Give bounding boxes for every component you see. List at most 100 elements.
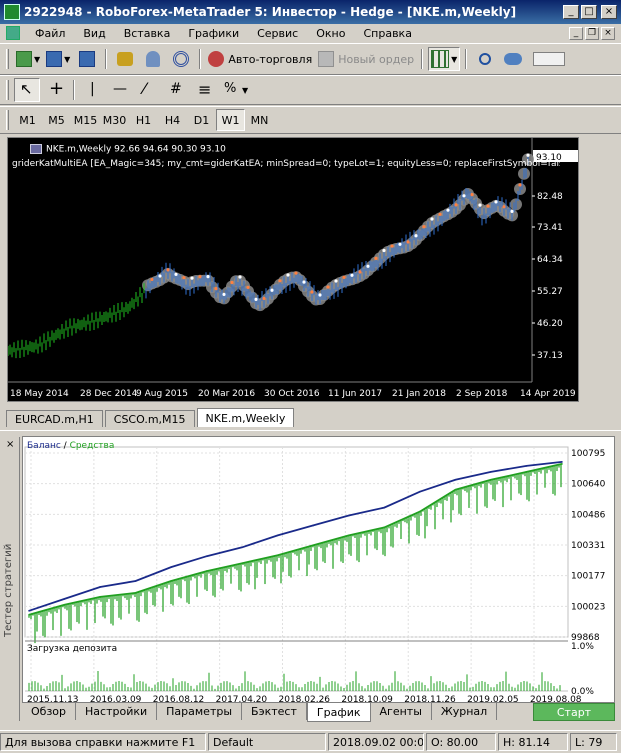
tab-eurcad-h1[interactable]: EURCAD.m,H1 [6,410,103,427]
date-tick-label: 18 May 2014 [10,389,69,399]
crosshair-icon [46,78,64,99]
menu-window[interactable]: Окно [307,27,354,40]
autotrading-button[interactable]: Авто-торговля [206,47,314,71]
tab-csco-m15[interactable]: CSCO.m,M15 [104,410,195,427]
date-tick-label: 2 Sep 2018 [456,389,508,399]
date-tick-label: 21 Jan 2018 [392,389,446,399]
balance-point [241,546,243,549]
deal-marker [150,277,154,282]
date-tick-label: 28 Dec 2014 [80,389,138,399]
horizontal-line-button[interactable] [108,78,134,102]
menu-charts[interactable]: Графики [179,27,248,40]
account-box[interactable] [533,52,566,66]
deal-marker [318,293,322,297]
equity-point [383,526,386,529]
standard-toolbar: ▼ ▼ Авто-торговля Новый ордер ▼ [0,43,621,75]
chart-minimize-button[interactable]: _ [569,26,583,40]
timeframe-mn[interactable]: MN [245,109,274,131]
deal-marker [502,205,506,209]
title-bar: 2922948 - RoboForex-MetaTrader 5: Инвест… [0,0,621,24]
equity-point [312,544,315,547]
graph-plot-area [24,446,569,638]
deal-marker [270,288,274,292]
tab-parameters[interactable]: Параметры [157,703,243,720]
search-button[interactable] [472,47,498,71]
timeframe-m15[interactable]: M15 [71,109,100,131]
navigator-button[interactable] [140,47,166,71]
tester-close-button[interactable]: × [6,439,14,450]
deal-marker [166,268,170,272]
menu-file[interactable]: Файл [26,27,74,40]
timeframe-m30[interactable]: M30 [100,109,129,131]
timeframe-m1[interactable]: M1 [13,109,42,131]
timeframe-h4[interactable]: H4 [158,109,187,131]
tester-side-bar: × Тестер стратегий [2,437,20,721]
y-tick-label: 100331 [571,541,605,551]
profiles-button[interactable]: ▼ [44,47,72,71]
deal-marker [174,272,178,276]
minimize-button[interactable]: _ [563,5,579,19]
chart-restore-button[interactable]: ❐ [585,26,599,40]
equidistant-channel-button[interactable] [164,78,190,102]
balance-point [383,506,386,509]
price-chart[interactable]: 82.48 73.41 64.34 55.27 46.20 37.13 93.10 18 Ma… [7,137,579,402]
signals-button[interactable] [168,47,194,71]
trendline-button[interactable] [136,78,162,102]
deal-marker [478,203,482,207]
price-tick-label: 46.20 [537,319,563,329]
tile-windows-button[interactable]: ▼ [428,47,461,71]
deal-marker [350,273,354,277]
deal-marker [430,217,434,221]
shapes-button[interactable]: ▼ [220,78,250,102]
maximize-button[interactable]: □ [581,5,597,19]
deal-marker [182,276,186,280]
status-open: O: 80.00 [426,733,496,751]
tab-journal[interactable]: Журнал [432,703,498,720]
fibonacci-button[interactable] [192,78,218,102]
price-tick-label: 37.13 [537,351,563,361]
deal-marker [438,212,442,216]
start-button[interactable]: Старт [533,703,615,721]
vertical-line-button[interactable] [80,78,106,102]
balance-point [312,524,315,527]
price-tick-label: 64.34 [537,255,563,265]
legend-equity: Средства [69,441,115,451]
crosshair-button[interactable] [42,78,68,102]
new-order-button[interactable]: Новый ордер [316,47,416,71]
tile-icon [431,50,450,68]
cursor-button[interactable] [14,78,40,102]
chart-window-icon[interactable] [6,26,20,40]
menu-insert[interactable]: Вставка [115,27,180,40]
market-watch-button[interactable] [112,47,138,71]
menu-tools[interactable]: Сервис [248,27,307,40]
trendline-icon [140,79,158,99]
chart-close-button[interactable]: × [601,26,615,40]
tab-nke-weekly[interactable]: NKE.m,Weekly [196,408,295,427]
app-window: 2922948 - RoboForex-MetaTrader 5: Инвест… [0,0,621,753]
deal-marker [158,274,162,278]
chevron-down-icon: ▼ [34,54,41,64]
timeframe-h1[interactable]: H1 [129,109,158,131]
menu-view[interactable]: Вид [74,27,114,40]
price-tick-label: 82.48 [537,192,563,202]
chart-window-icon [30,144,42,154]
timeframe-w1[interactable]: W1 [216,109,245,131]
equity-point [454,488,457,491]
tab-overview[interactable]: Обзор [22,703,77,720]
new-chart-button[interactable]: ▼ [14,47,42,71]
cursor-icon [18,80,36,99]
balance-point [99,586,101,588]
timeframe-d1[interactable]: D1 [187,109,216,131]
balance-point [170,566,172,568]
close-button[interactable]: × [601,5,617,19]
deal-marker [518,183,522,187]
timeframe-m5[interactable]: M5 [42,109,71,131]
community-button[interactable] [500,47,526,71]
fibonacci-icon [196,80,214,99]
tab-backtest[interactable]: Бэктест [242,703,307,720]
tab-settings[interactable]: Настройки [76,703,158,720]
menu-help[interactable]: Справка [354,27,420,40]
tab-agents[interactable]: Агенты [371,703,432,720]
tab-graph[interactable]: График [306,703,371,722]
templates-button[interactable] [74,47,100,71]
